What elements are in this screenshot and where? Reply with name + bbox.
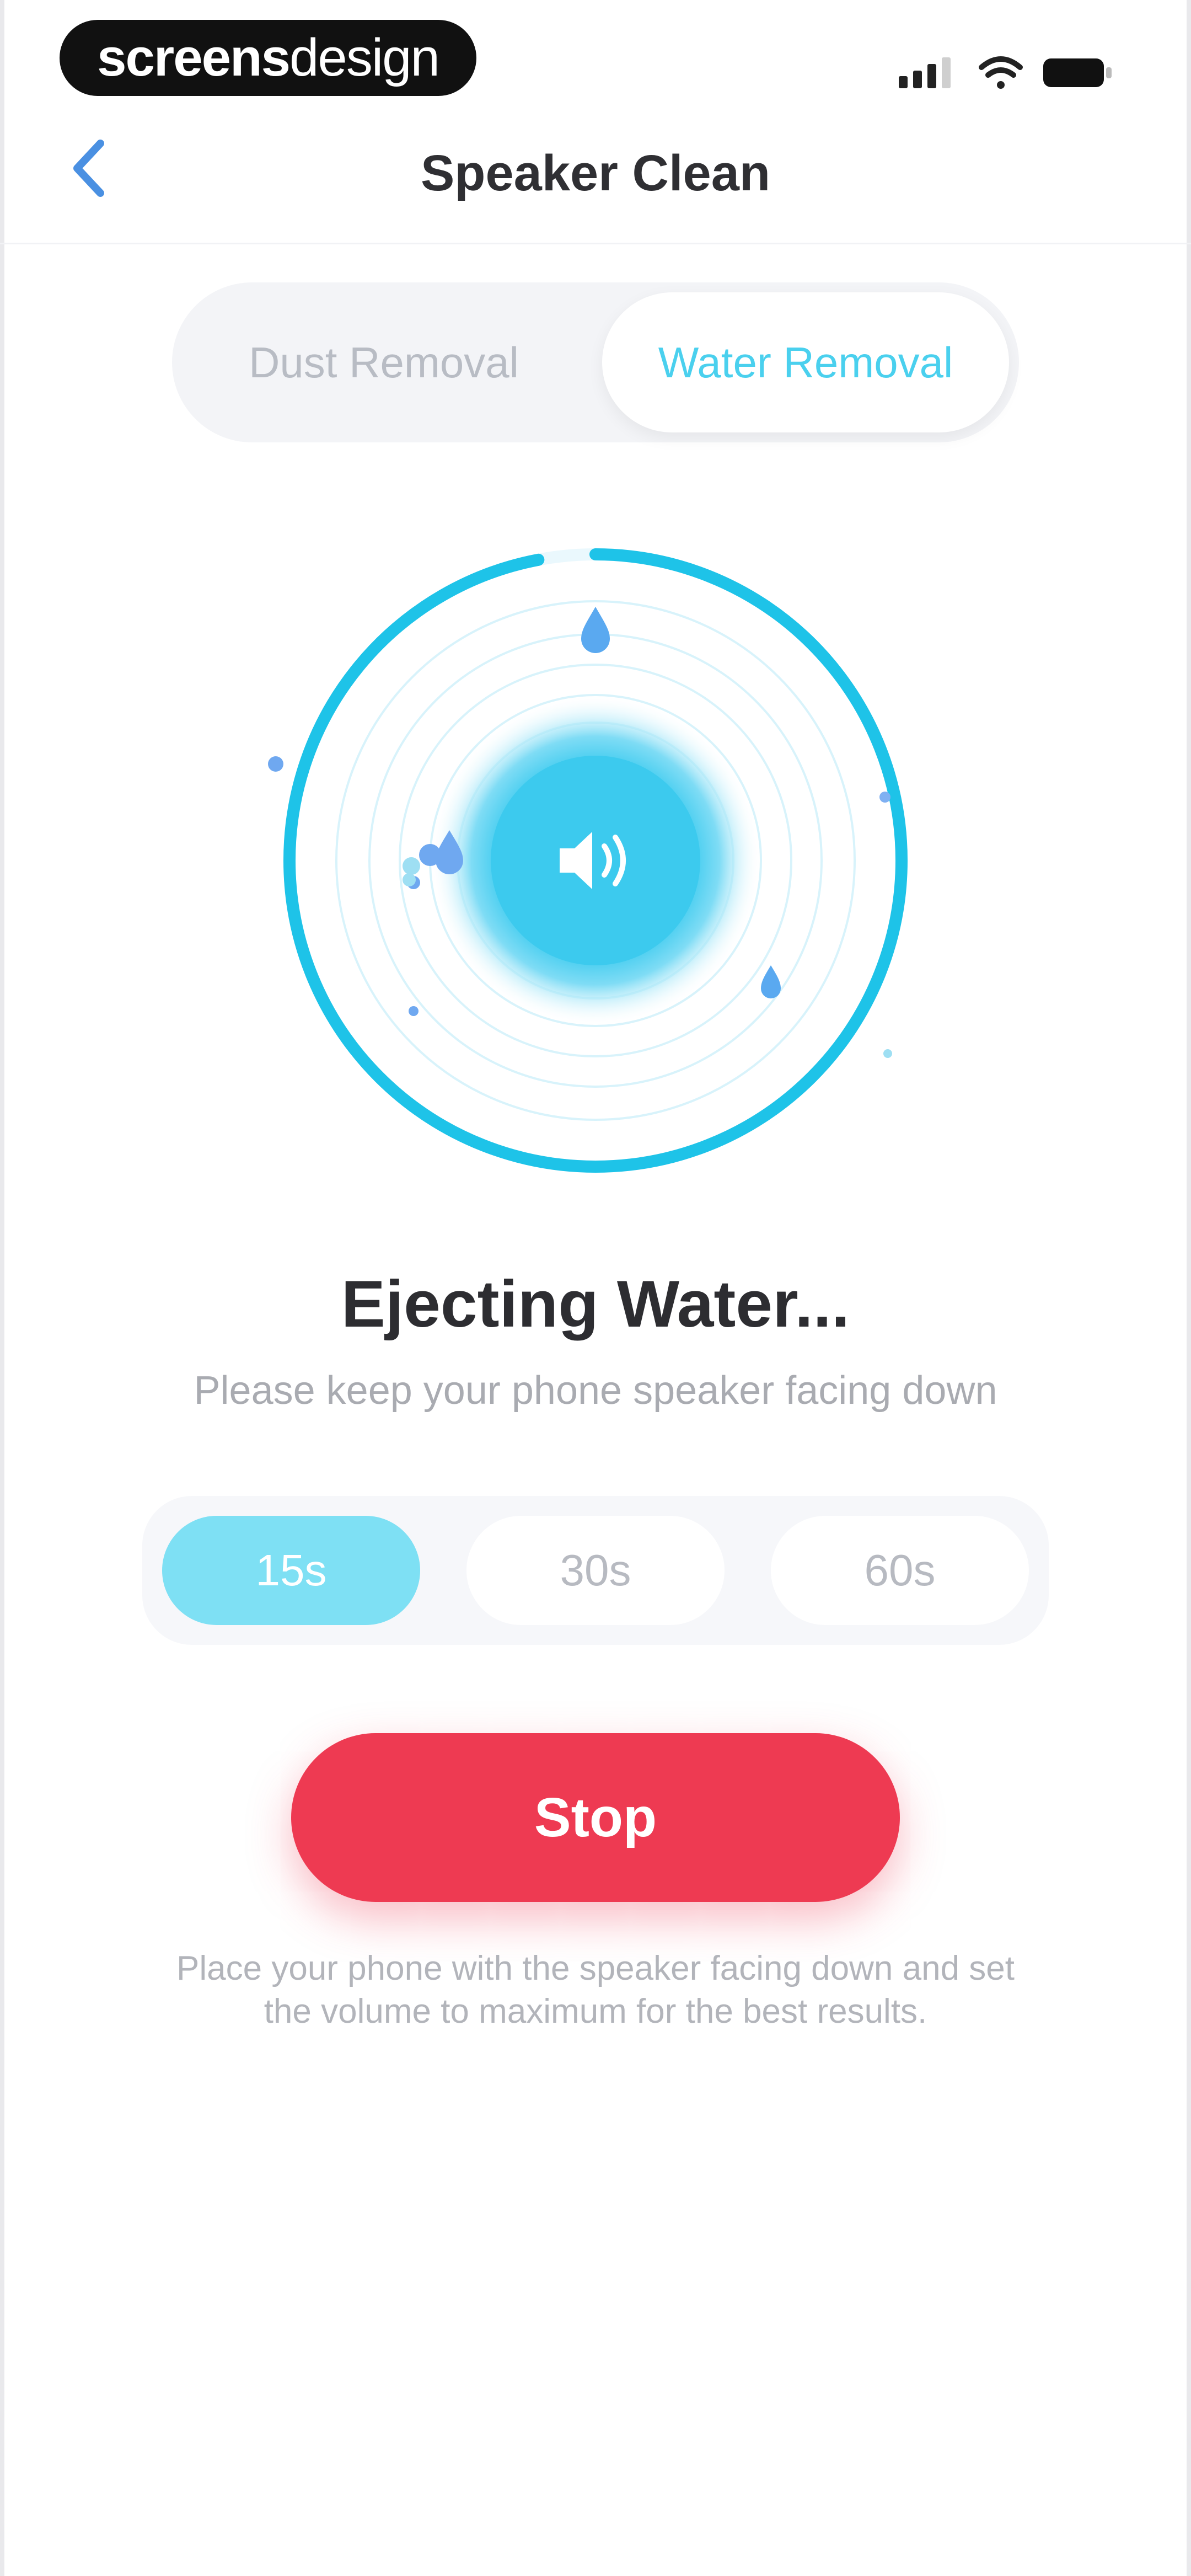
status-icons <box>899 56 1112 89</box>
brand-light: design <box>289 28 440 87</box>
header-divider <box>0 243 1191 244</box>
cleaning-animation <box>268 548 908 1173</box>
duration-60s-button[interactable]: 60s <box>771 1516 1029 1625</box>
brand-badge: screens design <box>60 20 476 96</box>
usage-tip: Place your phone with the speaker facing… <box>110 1947 1081 2033</box>
duration-selector: 15s 30s 60s <box>142 1496 1049 1645</box>
status-subtext: Please keep your phone speaker facing do… <box>194 1369 997 1413</box>
battery-icon <box>1043 58 1112 87</box>
page-title: Speaker Clean <box>420 145 771 201</box>
usage-tip-line-1: Place your phone with the speaker facing… <box>176 1949 1015 1987</box>
speaker-core-inner <box>491 756 700 965</box>
usage-tip-line-2: the volume to maximum for the best resul… <box>264 1992 927 2030</box>
tab-dust-removal[interactable]: Dust Removal <box>172 282 596 442</box>
speaker-clean-screen: screens design Speaker Clean Dust Removal… <box>0 0 1191 2576</box>
signal-icon <box>899 57 951 88</box>
duration-30s-button[interactable]: 30s <box>466 1516 725 1625</box>
mode-switch: Dust Removal Water Removal <box>172 282 1019 442</box>
stop-button[interactable]: Stop <box>291 1733 900 1902</box>
wifi-icon <box>979 56 1023 89</box>
tab-water-removal[interactable]: Water Removal <box>602 292 1009 432</box>
brand-bold: screens <box>97 28 291 87</box>
duration-15s-button[interactable]: 15s <box>162 1516 420 1625</box>
status-heading: Ejecting Water... <box>341 1267 850 1341</box>
